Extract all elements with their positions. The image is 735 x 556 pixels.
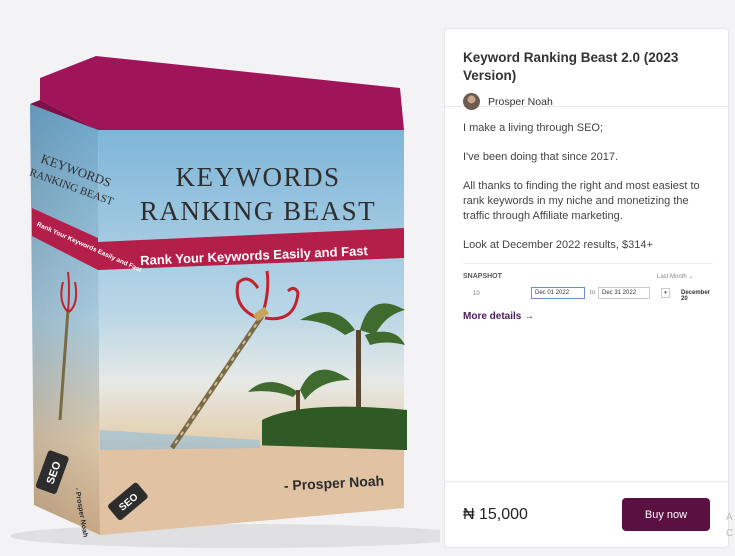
box-lid	[40, 56, 404, 130]
description-paragraph: Look at December 2022 results, $314+	[463, 239, 653, 251]
description-paragraph: All thanks to finding the right and most…	[463, 180, 700, 222]
avatar[interactable]	[463, 93, 480, 110]
product-cover-image: KEYWORDS RANKING BEAST Rank Your Keyword…	[0, 0, 440, 556]
floor-shadow	[10, 524, 440, 548]
buy-now-button[interactable]: Buy now	[622, 498, 710, 531]
product-detail-panel: Keyword Ranking Beast 2.0 (2023 Version)…	[444, 28, 729, 548]
product-price: ₦ 15,000	[463, 505, 528, 523]
product-description: I make a living through SEO; I've been d…	[445, 107, 728, 324]
cover-title-line2: RANKING BEAST	[140, 196, 376, 226]
purchase-bar: ₦ 15,000 Buy now	[445, 481, 728, 547]
more-details-link[interactable]: More details →	[463, 311, 534, 322]
snapshot-end-date: Dec 31 2022	[598, 287, 650, 299]
description-paragraph: I make a living through SEO;	[463, 122, 604, 134]
snapshot-to: to	[590, 290, 596, 296]
snapshot-label: SNAPSHOT	[463, 273, 502, 280]
product-box-art: KEYWORDS RANKING BEAST Rank Your Keyword…	[10, 56, 440, 548]
snapshot-dropdown-icon: ▾	[661, 288, 670, 298]
snapshot-range: Last Month ⌄	[657, 274, 694, 280]
cover-title-line1: KEYWORDS	[176, 162, 341, 192]
analytics-snapshot-image: SNAPSHOT Last Month ⌄ 10 Dec 01 2022 to …	[463, 263, 713, 305]
offscreen-text-fragment: A C	[726, 512, 734, 539]
product-title: Keyword Ranking Beast 2.0 (2023 Version)	[463, 50, 679, 83]
author-name[interactable]: Prosper Noah	[488, 96, 553, 108]
snapshot-number: 10	[473, 291, 480, 297]
snapshot-start-date: Dec 01 2022	[531, 287, 585, 299]
description-paragraph: I've been doing that since 2017.	[463, 151, 618, 163]
panel-header: Keyword Ranking Beast 2.0 (2023 Version)…	[445, 29, 728, 110]
snapshot-month: December 20	[681, 290, 711, 302]
